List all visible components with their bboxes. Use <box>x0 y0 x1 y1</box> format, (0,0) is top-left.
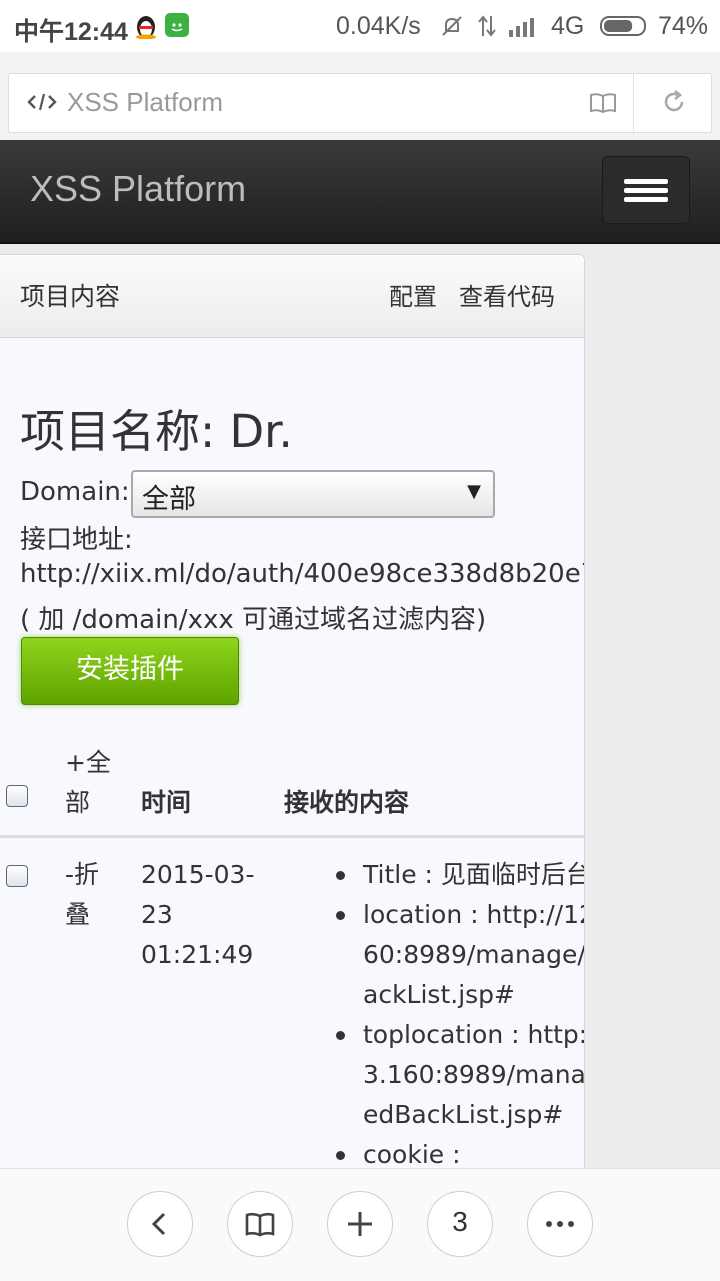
wechat-icon <box>165 13 189 37</box>
row-checkbox[interactable] <box>6 865 28 887</box>
menu-bar-line <box>624 179 668 184</box>
navbar-brand[interactable]: XSS Platform <box>30 168 246 210</box>
tabs-count-button[interactable]: 3 <box>427 1191 493 1257</box>
row-content-list: Title : 见面临时后台管理 location : http://123.5… <box>333 855 584 1169</box>
domain-select[interactable]: 全部 ▼ <box>131 470 495 518</box>
status-bar: 中午12:44 0.04K/s 4G 74% <box>0 0 720 52</box>
list-item: cookie : <box>333 1135 584 1169</box>
list-item: location : http://123.57.33.160:8989/man… <box>333 895 584 1015</box>
battery-percent: 74% <box>658 12 709 40</box>
hamburger-menu-icon[interactable] <box>602 156 690 224</box>
domain-label: Domain: <box>20 477 130 507</box>
data-transfer-icon <box>478 15 496 37</box>
bookmarks-button[interactable] <box>227 1191 293 1257</box>
reader-mode-icon[interactable] <box>589 91 617 115</box>
new-tab-icon <box>348 1212 372 1236</box>
expand-all-link[interactable]: +全部 <box>65 743 115 823</box>
network-speed: 0.04K/s <box>336 12 421 40</box>
more-button[interactable] <box>527 1191 593 1257</box>
muted-bell-icon <box>442 16 462 36</box>
column-header-time: 时间 <box>141 788 192 817</box>
row-collapse-toggle[interactable]: -折叠 <box>65 855 115 935</box>
project-panel: 项目内容 配置 查看代码 项目名称: Dr. Domain: 全部 ▼ 接口地址… <box>0 254 585 1170</box>
list-item: Title : 见面临时后台管理 <box>333 855 584 895</box>
qq-penguin-icon <box>136 16 156 39</box>
back-button[interactable] <box>127 1191 193 1257</box>
status-time: 中午12:44 <box>14 18 128 46</box>
browser-address-area: XSS Platform <box>0 52 720 140</box>
header-divider <box>0 835 584 838</box>
network-type: 4G <box>551 12 585 40</box>
view-code-link[interactable]: 查看代码 <box>459 277 555 312</box>
battery-icon <box>600 16 646 36</box>
project-name: 项目名称: Dr. <box>20 405 293 458</box>
new-tab-button[interactable] <box>327 1191 393 1257</box>
address-title[interactable]: XSS Platform <box>67 87 223 118</box>
list-item: toplocation : http://123.57.33.160:8989/… <box>333 1015 584 1135</box>
code-icon <box>27 93 57 111</box>
config-link[interactable]: 配置 <box>389 277 437 312</box>
menu-bar-line <box>624 197 668 202</box>
select-all-checkbox[interactable] <box>6 785 28 807</box>
menu-bar-line <box>624 188 668 193</box>
api-url: http://xiix.ml/do/auth/400e98ce338d8b20e… <box>20 559 584 589</box>
dropdown-arrow-icon: ▼ <box>467 481 481 502</box>
api-label: 接口地址: <box>20 525 133 555</box>
browser-bottom-toolbar: 3 <box>0 1168 720 1281</box>
row-time: 2015-03-23 01:21:49 <box>141 860 255 969</box>
column-header-content: 接收的内容 <box>284 788 410 817</box>
reload-icon[interactable] <box>661 89 687 115</box>
panel-title: 项目内容 <box>20 282 121 311</box>
back-icon <box>151 1212 166 1236</box>
install-plugin-button[interactable]: 安装插件 <box>21 637 239 705</box>
panel-header: 项目内容 配置 查看代码 <box>0 255 584 338</box>
more-icon <box>546 1221 574 1227</box>
api-hint: ( 加 /domain/xxx 可通过域名过滤内容) <box>20 605 487 635</box>
bookmarks-icon <box>245 1212 275 1237</box>
signal-strength-icon <box>509 18 534 37</box>
address-divider <box>633 74 634 132</box>
tabs-count: 3 <box>452 1206 468 1237</box>
top-navbar: XSS Platform <box>0 140 720 244</box>
domain-selected-value: 全部 <box>142 484 196 515</box>
address-bar[interactable]: XSS Platform <box>8 73 712 133</box>
